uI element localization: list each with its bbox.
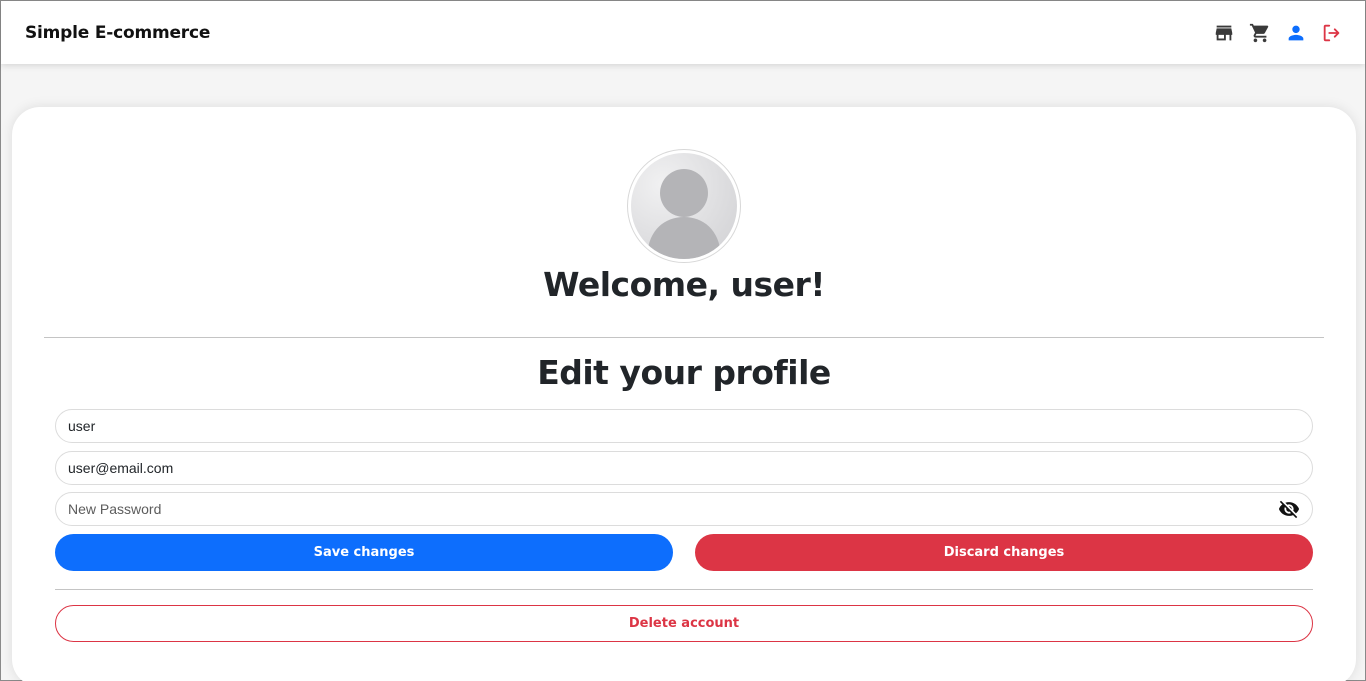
edit-profile-heading: Edit your profile <box>537 353 831 392</box>
username-input[interactable] <box>68 418 1300 434</box>
email-input[interactable] <box>68 460 1300 476</box>
divider <box>55 589 1313 590</box>
nav-icons <box>1213 22 1343 44</box>
avatar <box>627 149 741 263</box>
password-input[interactable] <box>68 501 1278 517</box>
cart-icon[interactable] <box>1249 22 1271 44</box>
discard-changes-button[interactable]: Discard changes <box>695 534 1313 571</box>
store-icon[interactable] <box>1213 22 1235 44</box>
save-changes-button[interactable]: Save changes <box>55 534 673 571</box>
password-field[interactable] <box>55 492 1313 526</box>
avatar-placeholder-icon <box>631 153 737 259</box>
eye-slash-icon[interactable] <box>1278 498 1300 520</box>
email-field[interactable] <box>55 451 1313 485</box>
username-field[interactable] <box>55 409 1313 443</box>
profile-card: Welcome, user! Edit your profile Save ch… <box>12 107 1356 681</box>
user-icon[interactable] <box>1285 22 1307 44</box>
brand-title[interactable]: Simple E-commerce <box>25 23 210 43</box>
navbar: Simple E-commerce <box>1 1 1365 64</box>
logout-icon[interactable] <box>1321 22 1343 44</box>
divider <box>44 337 1324 338</box>
welcome-heading: Welcome, user! <box>543 265 825 304</box>
delete-account-button[interactable]: Delete account <box>55 605 1313 642</box>
